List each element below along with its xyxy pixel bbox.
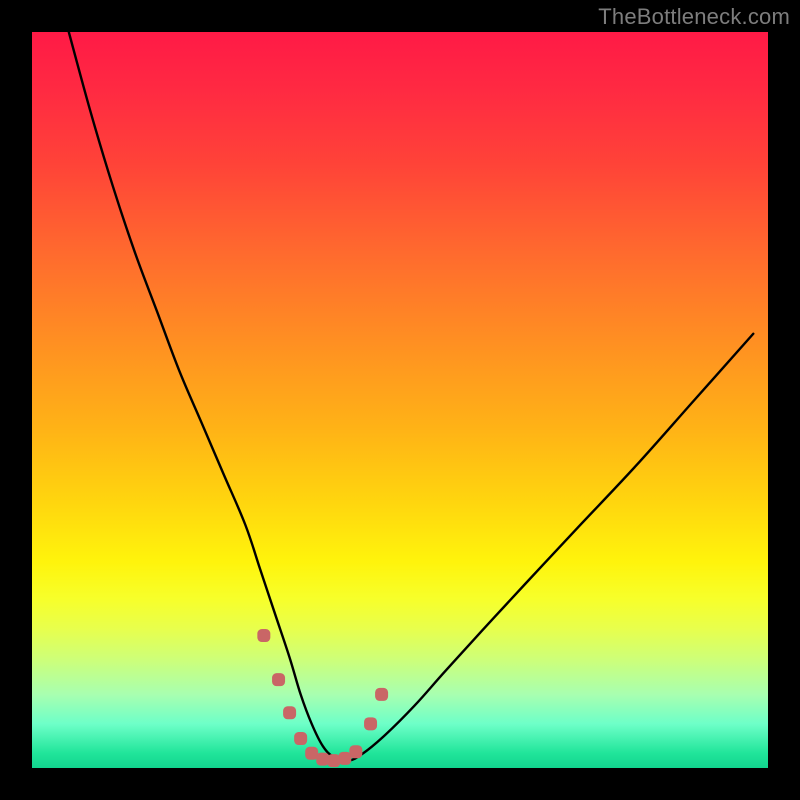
plot-area <box>32 32 768 768</box>
trough-marker <box>257 629 270 642</box>
trough-marker <box>349 745 362 758</box>
watermark-text: TheBottleneck.com <box>598 4 790 30</box>
trough-marker <box>283 706 296 719</box>
trough-marker <box>364 717 377 730</box>
trough-marker <box>375 688 388 701</box>
chart-frame: TheBottleneck.com <box>0 0 800 800</box>
trough-marker <box>272 673 285 686</box>
trough-marker <box>294 732 307 745</box>
bottleneck-curve <box>69 32 753 761</box>
curve-svg <box>32 32 768 768</box>
